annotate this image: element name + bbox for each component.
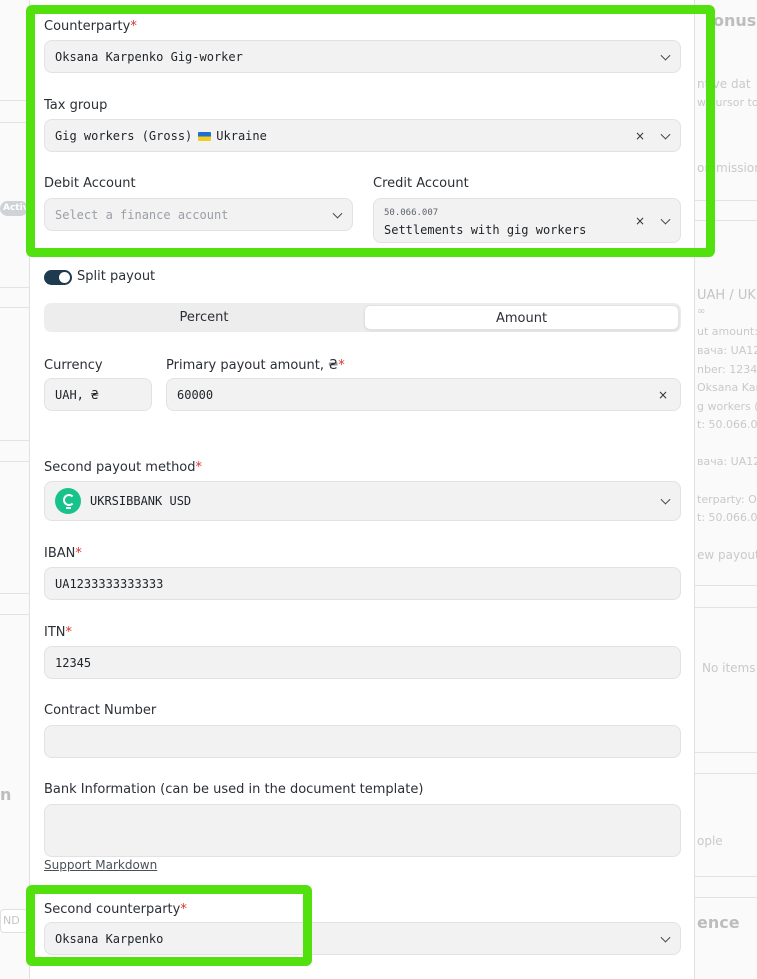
status-badge: Activ (0, 201, 29, 216)
second-counterparty-label: Second counterparty* (44, 902, 187, 917)
tab-percent[interactable]: Percent (46, 305, 362, 330)
chevron-down-icon (660, 932, 671, 943)
bg-empty-state: No items (702, 661, 756, 675)
contract-number-input[interactable] (44, 725, 681, 758)
toggle-knob (59, 272, 70, 283)
bg-nd-chip: ND (0, 909, 28, 933)
contract-number-label: Contract Number (44, 703, 157, 718)
bg-text: вача: UA123 (697, 455, 757, 468)
iban-input[interactable]: UA1233333333333 (44, 567, 681, 600)
ukraine-flag-icon (198, 131, 212, 141)
bg-text: ommission (697, 161, 757, 175)
debit-account-label: Debit Account (44, 176, 136, 191)
tax-group-select[interactable]: Gig workers (Gross) Ukraine × (44, 119, 681, 152)
chevron-down-icon (660, 494, 671, 505)
debit-account-select[interactable]: Select a finance account (44, 198, 353, 231)
second-payout-method-label: Second payout method* (44, 460, 203, 475)
bg-text: terparty: Ok (697, 493, 757, 506)
ukrsibbank-logo-icon (55, 488, 81, 514)
bg-text: ople (697, 834, 723, 848)
bank-info-textarea[interactable] (44, 804, 681, 857)
primary-amount-label: Primary payout amount, ₴* (166, 358, 345, 373)
bg-heading-right: onuse (713, 11, 757, 30)
primary-amount-input[interactable]: 60000 × (166, 378, 681, 411)
bg-text: g workers (G (697, 400, 757, 413)
bg-text: вача: UA1234 (697, 344, 757, 357)
bg-heading-left: n (0, 785, 12, 804)
tab-amount[interactable]: Amount (364, 305, 679, 330)
account-code: 50.066.007 (384, 208, 439, 218)
credit-account-select[interactable]: 50.066.007 Settlements with gig workers … (373, 198, 681, 243)
clear-icon[interactable]: × (658, 388, 668, 402)
counterparty-select[interactable]: Oksana Karpenko Gig-worker (44, 40, 681, 73)
clear-icon[interactable]: × (635, 214, 645, 228)
itn-label: ITN* (44, 625, 72, 640)
bg-text: t: 50.066.00 (697, 418, 757, 431)
itn-input[interactable]: 12345 (44, 646, 681, 679)
chevron-down-icon (332, 208, 343, 219)
bg-text: ∞ (697, 306, 706, 317)
clear-icon[interactable]: × (635, 129, 645, 143)
payout-form-panel: Counterparty* Oksana Karpenko Gig-worker… (29, 0, 695, 979)
bg-text: Oksana Kar (697, 381, 757, 394)
bg-text: ntive dat (697, 77, 751, 91)
bg-text: t: 50.066.00 (697, 511, 757, 524)
currency-field[interactable]: UAH, ₴ (44, 378, 152, 411)
split-payout-toggle[interactable] (44, 270, 72, 285)
account-name: Settlements with gig workers (384, 223, 587, 237)
currency-label: Currency (44, 358, 103, 373)
bg-text: w cursor to (697, 96, 757, 109)
bg-text: ut amount: 6 (697, 325, 757, 338)
support-markdown-link[interactable]: Support Markdown (44, 858, 157, 872)
counterparty-label: Counterparty* (44, 19, 137, 34)
second-payout-method-select[interactable]: UKRSIBBANK USD (44, 481, 681, 521)
chevron-down-icon (660, 129, 671, 140)
bg-heading-right: ence (697, 913, 740, 932)
credit-account-label: Credit Account (373, 176, 469, 191)
bg-text: nber: 12345 (697, 363, 757, 376)
bg-text: ew payout m (697, 548, 757, 562)
bank-info-label: Bank Information (can be used in the doc… (44, 782, 424, 797)
chevron-down-icon (660, 214, 671, 225)
iban-label: IBAN* (44, 546, 82, 561)
split-payout-label: Split payout (77, 269, 156, 284)
second-counterparty-select[interactable]: Oksana Karpenko (44, 922, 681, 955)
tax-group-label: Tax group (44, 98, 108, 113)
chevron-down-icon (660, 50, 671, 61)
split-mode-segmented: Percent Amount (44, 303, 681, 332)
bg-text: UAH / UKRS (697, 288, 757, 303)
